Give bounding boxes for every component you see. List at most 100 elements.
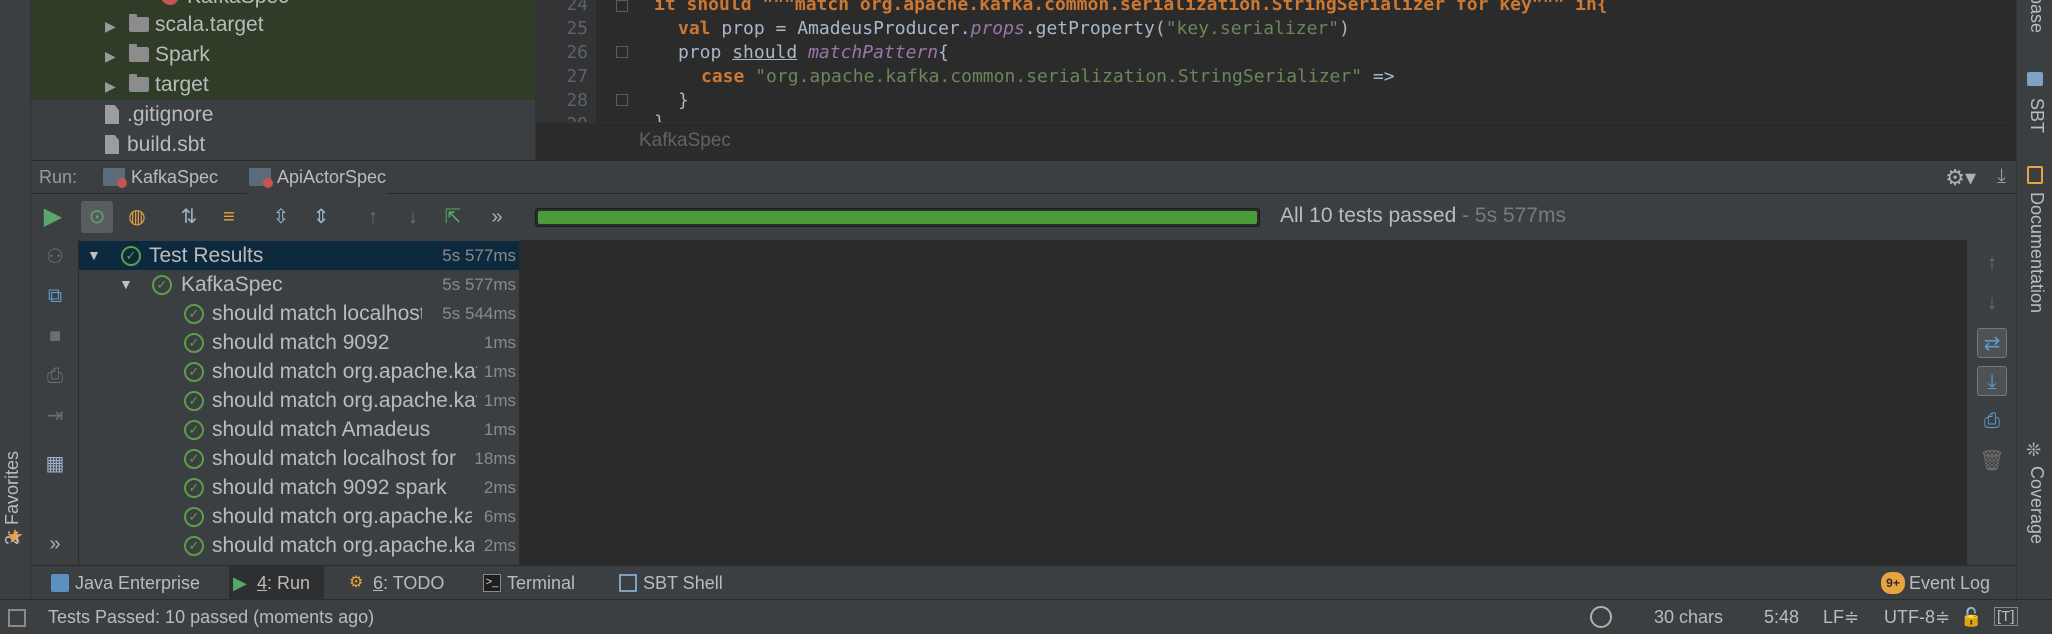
tool-window-bar: Java Enterprise ▶ 4: Run ⚙ 6: TODO >_ Termi… (31, 565, 2016, 600)
tree-item-spark[interactable]: ▶ Spark (31, 40, 535, 70)
line-number: 25 (566, 18, 588, 39)
favorites-tool-button[interactable]: 2: Favorites (2, 451, 23, 545)
tree-item-scala-target[interactable]: ▶ scala.target (31, 10, 535, 40)
test-case[interactable]: ✓ should match org.apache.kafka 2ms (79, 531, 519, 560)
test-results-root[interactable]: ▼ ✓ Test Results 5s 577ms (79, 241, 519, 270)
toggle-tool-windows-icon[interactable] (8, 609, 26, 627)
code-line-24: it should """match org.apache.kafka.comm… (654, 0, 1608, 15)
caret-position[interactable]: 5:48 (1764, 607, 1799, 628)
code-line-28: } (678, 90, 689, 111)
folder-icon (129, 74, 149, 92)
test-case[interactable]: ✓ should match localhost 5s 544ms (79, 299, 519, 328)
layout-icon[interactable]: ▦ (41, 450, 69, 478)
folder-icon (129, 44, 149, 62)
dump-threads-icon[interactable]: ⎙ (41, 362, 69, 390)
scroll-up-icon[interactable]: ↑ (1977, 248, 2007, 278)
test-case[interactable]: ✓ should match 9092 spark 2ms (79, 473, 519, 502)
tool-terminal[interactable]: >_ Terminal (479, 566, 575, 600)
code-line-26: prop should matchPattern{ (678, 42, 949, 63)
test-case[interactable]: ✓ should match org.apache.kafka 6ms (79, 502, 519, 531)
documentation-tool-button[interactable]: Documentation (2026, 192, 2047, 313)
sort-alphabetically-icon[interactable]: ⇅ (173, 201, 205, 233)
tool-java-enterprise[interactable]: Java Enterprise (47, 566, 200, 600)
test-case[interactable]: ✓ should match localhost for 18ms (79, 444, 519, 473)
tool-todo[interactable]: ⚙ 6: TODO (345, 566, 444, 600)
scroll-to-end-icon[interactable]: ⤓ (1977, 366, 2007, 396)
expand-all-icon[interactable]: ⇳ (265, 201, 297, 233)
passed-icon: ✓ (184, 449, 204, 469)
file-encoding[interactable]: UTF-8≑ (1884, 607, 1950, 628)
more-icon[interactable]: » (41, 530, 69, 558)
more-actions-icon[interactable]: » (481, 201, 513, 233)
expand-arrow-icon[interactable]: ▶ (105, 41, 129, 71)
console-actions: ↑ ↓ ⇄ ⤓ ⎙ 🗑 (1966, 240, 2016, 565)
hide-panel-icon[interactable]: ⤓ (1997, 165, 2006, 188)
pin-icon[interactable]: ⚇ (41, 243, 69, 271)
sort-by-duration-icon[interactable]: ≡ (213, 201, 245, 233)
collapse-arrow-icon[interactable]: ▼ (119, 270, 133, 299)
editor-breadcrumb[interactable]: KafkaSpec (536, 122, 2013, 160)
expand-arrow-icon[interactable]: ▶ (105, 11, 129, 41)
print-icon[interactable]: ⎙ (1977, 406, 2007, 436)
next-failed-icon[interactable]: ↓ (397, 201, 429, 233)
gear-icon[interactable]: ⚙▾ (1945, 165, 1976, 191)
test-progress-fill (538, 211, 1257, 224)
sbt-tool-button[interactable]: SBT (2026, 98, 2047, 133)
restore-layout-icon[interactable]: ⧉ (41, 282, 69, 310)
line-separator[interactable]: LF≑ (1823, 607, 1859, 628)
fold-marker-icon[interactable] (616, 46, 628, 58)
selection-chars: 30 chars (1654, 607, 1724, 627)
test-suite-kafkaspec[interactable]: ▼ ✓ KafkaSpec 5s 577ms (79, 270, 519, 299)
expand-arrow-icon[interactable]: ▶ (105, 71, 129, 101)
coverage-icon: ❊ (2026, 440, 2042, 460)
code-editor[interactable]: 24 25 26 27 28 29 it should """match org… (535, 0, 2013, 160)
test-case[interactable]: ✓ should match 9092 1ms (79, 328, 519, 357)
event-log-badge: 9+ (1881, 572, 1905, 594)
editor-mode[interactable]: [T] (1994, 607, 2018, 626)
exit-icon[interactable]: ⇥ (41, 402, 69, 430)
inspection-icon[interactable] (1590, 606, 1612, 628)
show-passed-icon[interactable]: ⊙ (81, 201, 113, 233)
tool-run[interactable]: ▶ 4: Run (229, 566, 325, 600)
collapse-arrow-icon[interactable]: ▼ (87, 241, 101, 270)
fold-marker-icon[interactable] (616, 94, 628, 106)
run-tab-apiactorspec[interactable]: ApiActorSpec (247, 161, 387, 194)
stop-icon[interactable]: ■ (41, 322, 69, 350)
passed-icon: ✓ (184, 507, 204, 527)
file-icon (105, 105, 119, 124)
test-case[interactable]: ✓ should match org.apache.kafka 1ms (79, 357, 519, 386)
run-toolbar: ▶ ⊙ ◍ ⇅ ≡ ⇳ ⇕ ↑ ↓ ⇱ » All 10 tests passe… (31, 194, 2016, 240)
sbt-shell-icon (619, 574, 637, 592)
terminal-icon: >_ (483, 574, 501, 592)
project-tree: KafkaSpec ▶scala.target ▶Spark ▶target .… (31, 0, 535, 160)
tool-event-log[interactable]: 9+ Event Log (1881, 566, 1990, 600)
passed-icon: ✓ (184, 304, 204, 324)
test-output-console[interactable] (520, 240, 1966, 565)
test-case[interactable]: ✓ should match org.apache.kafka 1ms (79, 386, 519, 415)
todo-icon: ⚙ (349, 574, 364, 591)
scroll-down-icon[interactable]: ↓ (1977, 288, 2007, 318)
test-case[interactable]: ✓ should match Amadeus 1ms (79, 415, 519, 444)
collapse-all-icon[interactable]: ⇕ (305, 201, 337, 233)
lock-icon[interactable]: 🔓 (1960, 607, 1982, 628)
folder-icon (129, 14, 149, 32)
run-tab-bar: Run: KafkaSpec ApiActorSpec ⚙▾ ⤓ (31, 160, 2016, 194)
export-results-icon[interactable]: ⇱ (437, 201, 469, 233)
tool-sbt-shell[interactable]: SBT Shell (615, 566, 723, 600)
status-message[interactable]: Tests Passed: 10 passed (moments ago) (48, 607, 374, 628)
show-ignored-icon[interactable]: ◍ (121, 201, 153, 233)
run-tab-kafkaspec[interactable]: KafkaSpec (101, 161, 218, 194)
rerun-icon[interactable]: ▶ (37, 201, 69, 233)
coverage-tool-button[interactable]: Coverage (2026, 466, 2047, 544)
fold-marker-icon[interactable] (616, 0, 628, 12)
tree-item-build-sbt[interactable]: build.sbt (31, 130, 535, 160)
database-tool-button[interactable]: base (2026, 0, 2047, 33)
tree-item-gitignore[interactable]: .gitignore (31, 100, 535, 130)
soft-wrap-icon[interactable]: ⇄ (1977, 328, 2007, 358)
line-number: 27 (566, 66, 588, 87)
tree-item-target[interactable]: ▶ target (31, 70, 535, 100)
previous-failed-icon[interactable]: ↑ (357, 201, 389, 233)
tests-status: All 10 tests passed - 5s 577ms (1280, 204, 1566, 227)
clear-all-icon[interactable]: 🗑 (1977, 446, 2007, 476)
passed-icon: ✓ (121, 246, 141, 266)
